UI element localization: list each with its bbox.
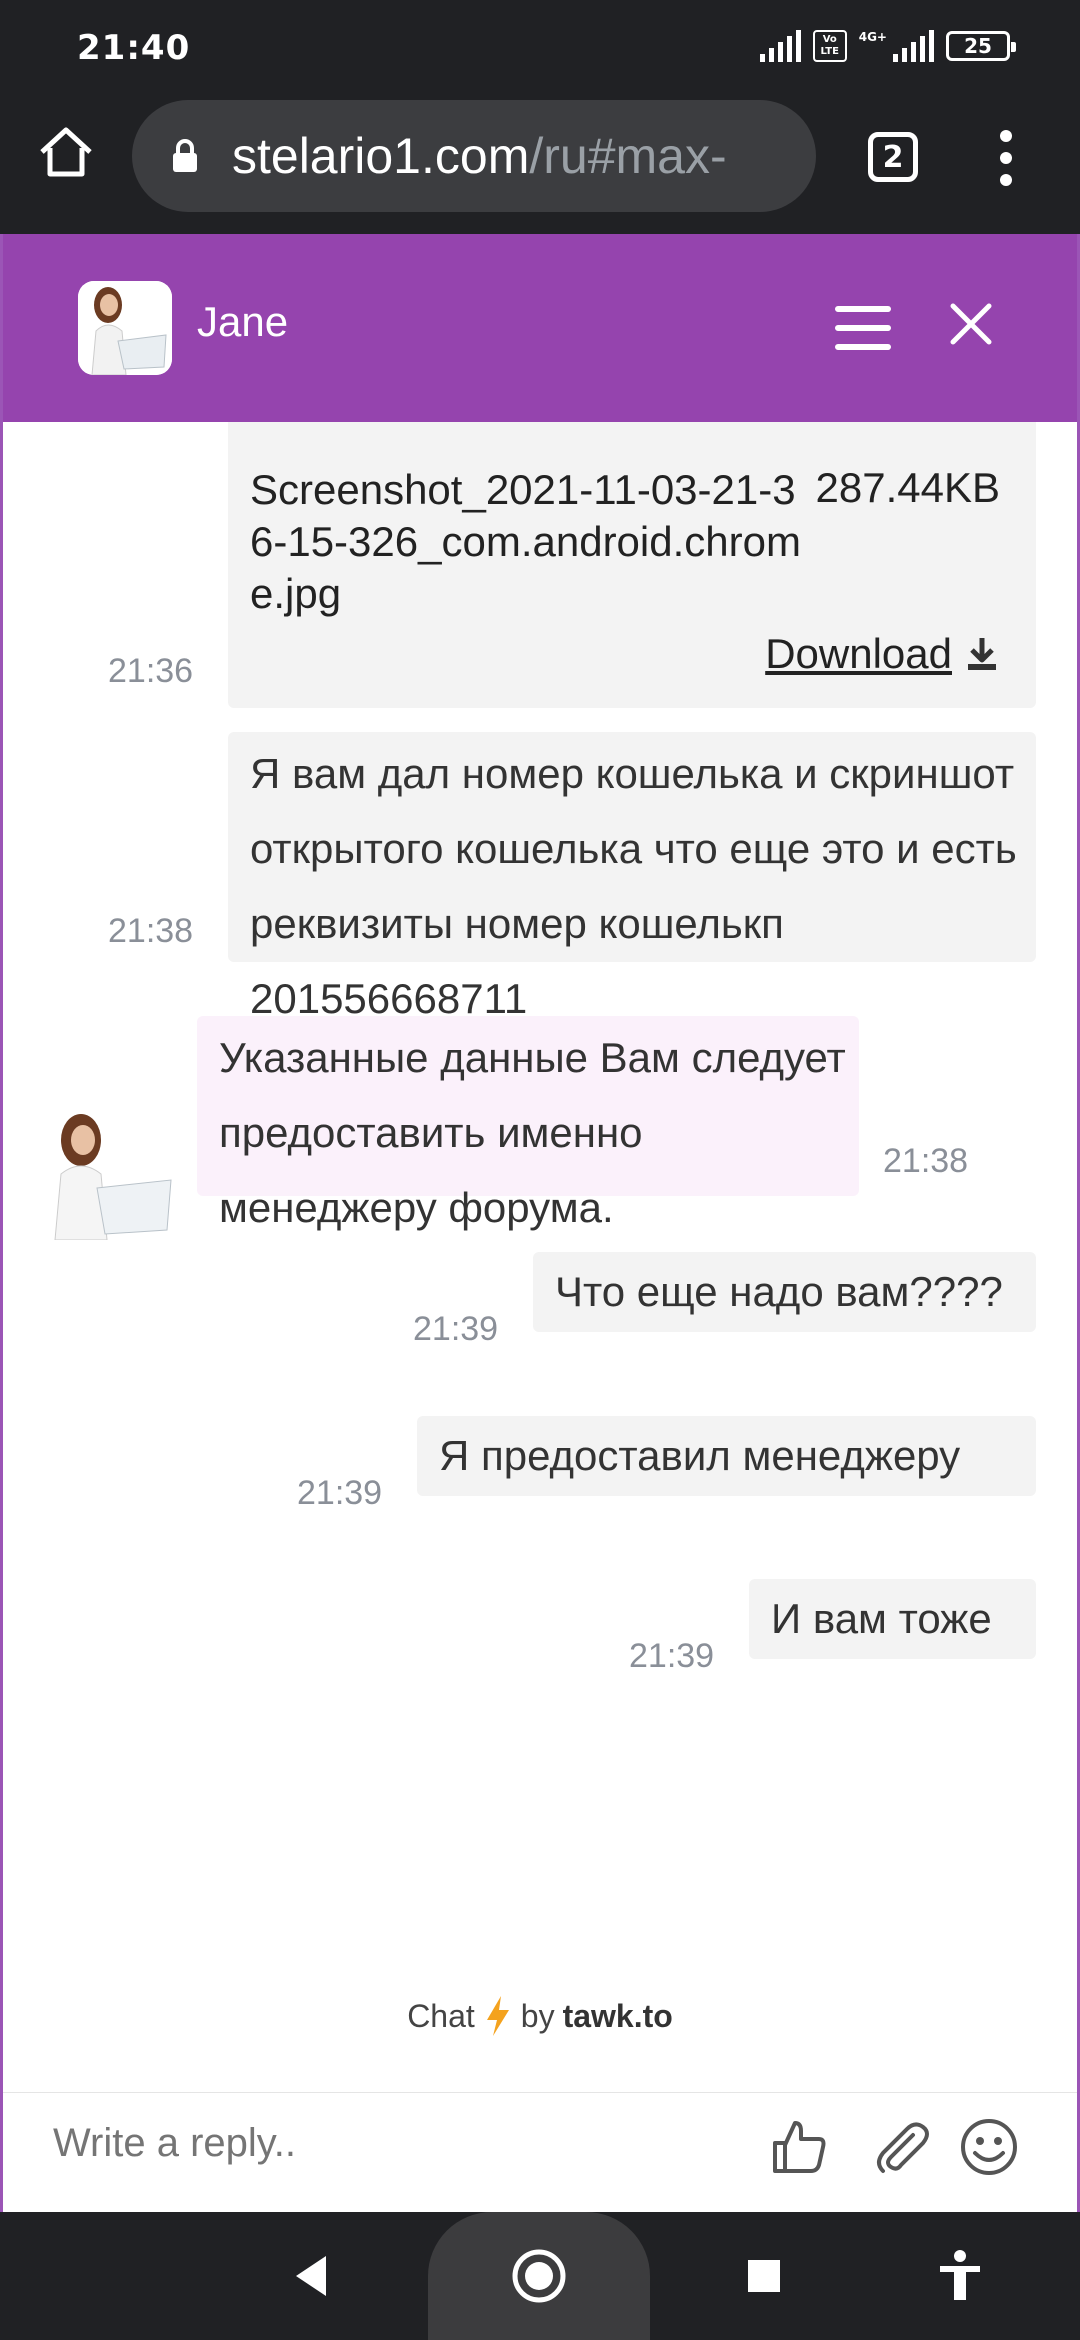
close-icon[interactable] [947,300,995,348]
visitor-message: И вам тоже [749,1579,1036,1659]
chat-header: Jane [3,234,1077,422]
home-pill[interactable] [428,2212,650,2340]
file-message: Screenshot_2021-11-03-21-36-15-326_com.a… [228,422,1036,708]
reply-bar [3,2092,1077,2210]
download-icon [968,638,996,670]
file-name: Screenshot_2021-11-03-21-36-15-326_com.a… [250,466,801,617]
browser-toolbar: stelario1.com/ru#max- 2 [0,92,1080,234]
lock-icon [173,139,197,172]
agent-message: Указанные данные Вам следует предоставит… [197,1016,859,1231]
message-list[interactable]: Screenshot_2021-11-03-21-36-15-326_com.a… [3,422,1077,1982]
emoji-icon[interactable] [957,2115,1021,2179]
message-time: 21:39 [413,1310,499,1348]
visitor-message: Что еще надо вам???? [533,1252,1036,1332]
address-bar[interactable]: stelario1.com/ru#max- [132,100,816,212]
visitor-message: Я вам дал номер кошелька и скриншот откр… [228,732,1036,1022]
reply-input[interactable] [53,2121,653,2166]
battery-icon: 25 [946,31,1016,61]
network-type: 4G+ [858,30,887,44]
accessibility-icon[interactable] [936,2250,984,2302]
message-time: 21:38 [883,1142,969,1180]
thumbs-up-icon[interactable] [767,2115,831,2179]
tawk-branding[interactable]: Chat by tawk.to [3,1994,1077,2038]
download-link[interactable]: Download [765,630,1004,678]
message-time: 21:39 [297,1474,383,1512]
status-time: 21:40 [77,28,191,68]
attachment-icon[interactable] [869,2115,933,2179]
recents-icon[interactable] [746,2258,782,2294]
agent-message-avatar [54,1114,172,1240]
home-circle-icon [512,2249,566,2303]
chat-widget: Jane Screenshot_2021-11-03-21-36-15-326_… [0,234,1080,2212]
volte-icon: Vo LTE [812,30,847,62]
system-nav-bar [0,2212,1080,2340]
status-icons: Vo LTE 4G+ 25 [759,30,1016,62]
signal-icon [759,30,801,62]
home-icon[interactable] [36,122,96,182]
message-time: 21:38 [108,912,194,950]
menu-icon[interactable] [835,306,891,350]
agent-name: Jane [197,298,289,345]
visitor-message: Я предоставил менеджеру [417,1416,1036,1496]
back-icon[interactable] [292,2252,332,2300]
message-time: 21:39 [629,1637,715,1675]
url-text: stelario1.com/ru#max- [232,128,727,184]
lightning-icon [486,1996,509,2036]
status-bar: 21:40 Vo LTE 4G+ 25 [0,0,1080,92]
tabs-icon[interactable]: 2 [868,132,918,182]
message-time: 21:36 [108,652,194,690]
more-icon[interactable] [986,128,1026,188]
agent-avatar [78,281,172,375]
signal-icon-2 [893,30,934,62]
file-size: 287.44KB [815,464,1001,511]
